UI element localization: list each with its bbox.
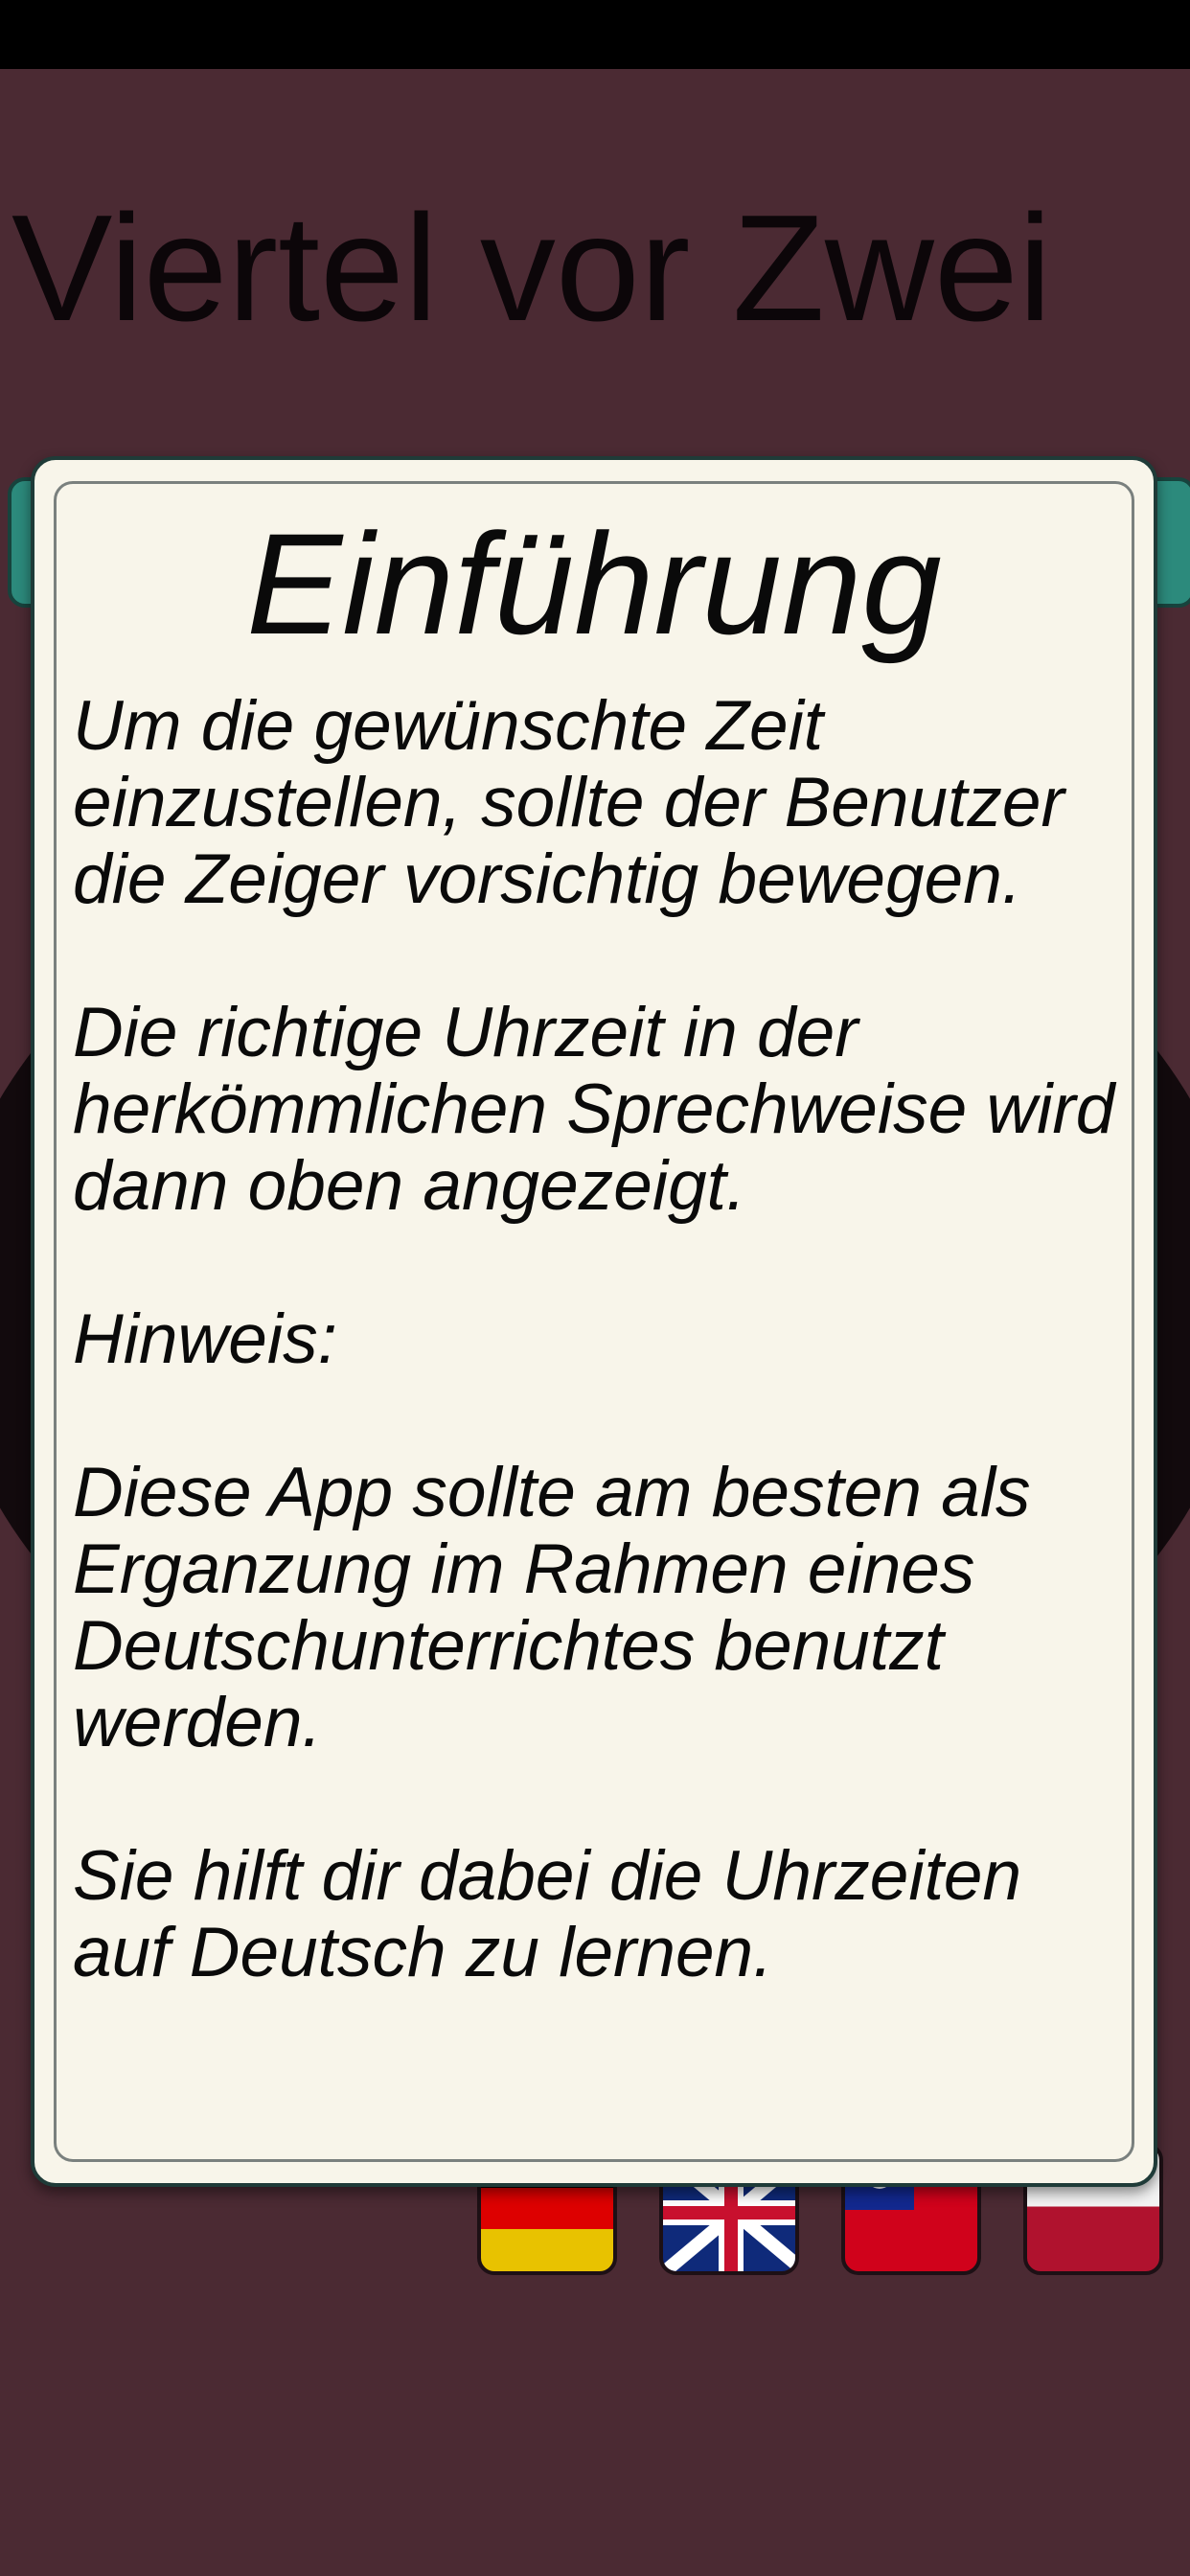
dialog-paragraph: Die richtige Uhrzeit in der herkömmliche… — [73, 994, 1115, 1225]
dialog-paragraph: Diese App sollte am besten als Erganzung… — [73, 1454, 1031, 1761]
time-display: Viertel vor Zwei — [11, 184, 1052, 353]
introduction-dialog[interactable]: Einführung Um die gewünschte Zeit einzus… — [31, 456, 1157, 2187]
status-bar — [0, 0, 1190, 69]
dialog-paragraph: Hinweis: — [73, 1300, 337, 1378]
dialog-paragraph: Um die gewünschte Zeit einzustellen, sol… — [73, 687, 1064, 918]
dialog-body: Um die gewünschte Zeit einzustellen, sol… — [73, 688, 1136, 1991]
dialog-paragraph: Sie hilft dir dabei die Uhrzeiten auf De… — [73, 1837, 1022, 1991]
dialog-title: Einführung — [246, 503, 942, 664]
